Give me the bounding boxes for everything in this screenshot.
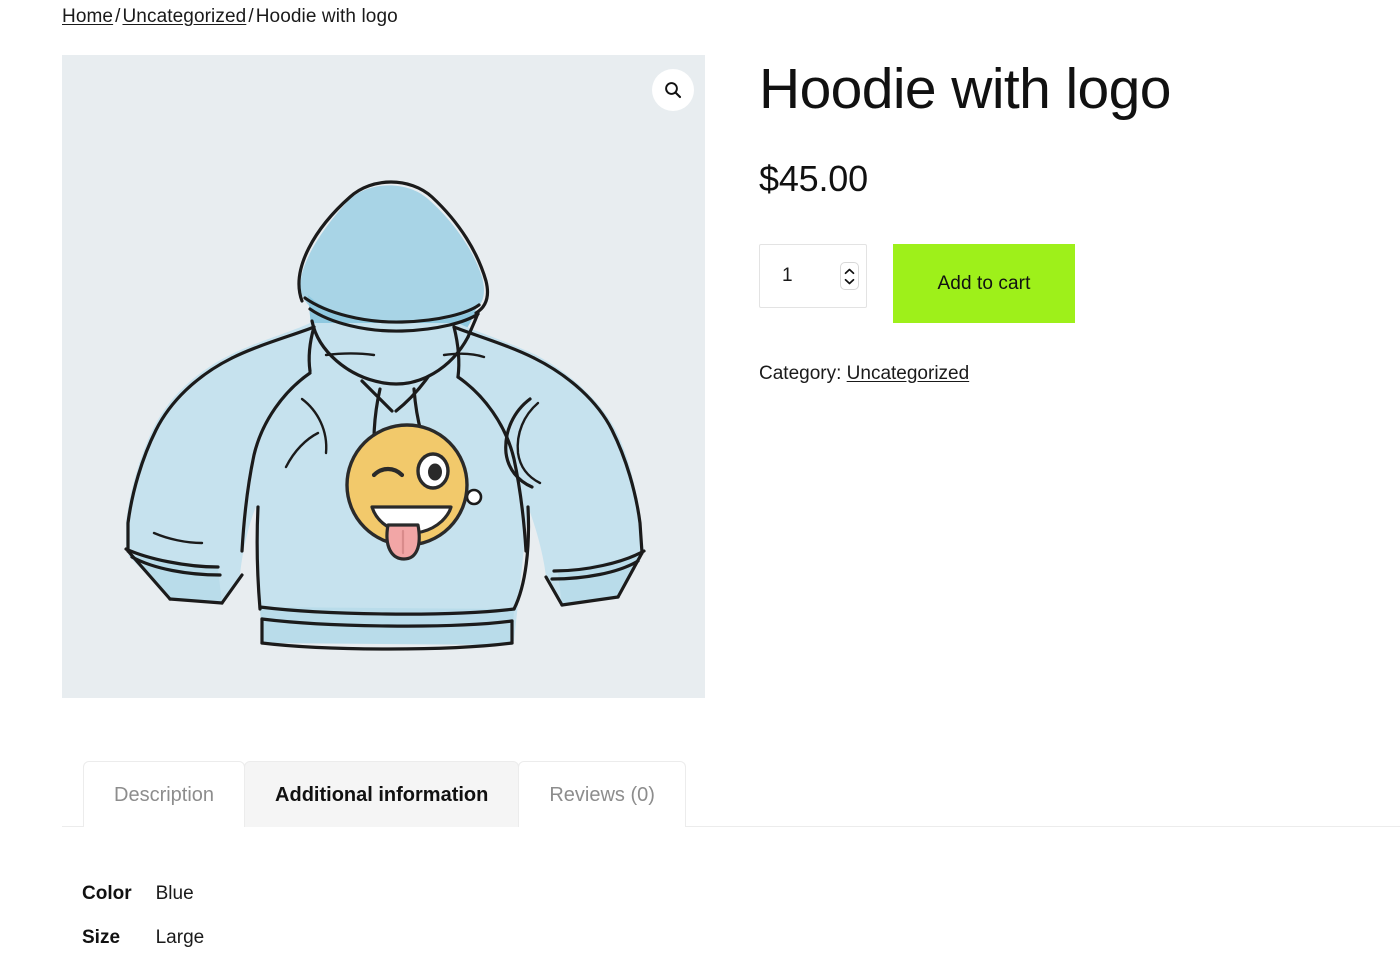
breadcrumb-current-page: Hoodie with logo [255, 6, 398, 27]
attribute-value-size: Large [155, 927, 205, 948]
table-row: Color Blue [62, 872, 204, 916]
additional-information-table: Color Blue Size Large [62, 872, 204, 960]
add-to-cart-form: Add to cart [759, 244, 1359, 323]
breadcrumb: Home / Uncategorized / Hoodie with logo [62, 4, 398, 30]
breadcrumb-link-uncategorized[interactable]: Uncategorized [122, 6, 246, 27]
product-category: Category: Uncategorized [759, 361, 1359, 387]
tab-additional-information[interactable]: Additional information [244, 761, 520, 827]
chevron-up-icon[interactable] [844, 268, 855, 275]
table-row: Size Large [62, 916, 204, 960]
tab-list: Description Additional information Revie… [0, 761, 1400, 827]
category-link-uncategorized[interactable]: Uncategorized [847, 363, 970, 384]
attribute-value-color: Blue [155, 883, 194, 904]
page-title: Hoodie with logo [759, 57, 1171, 121]
product-image-hoodie [124, 180, 646, 651]
category-label: Category: [759, 363, 842, 384]
product-tabs: Description Additional information Revie… [0, 761, 1400, 827]
quantity-input[interactable] [760, 265, 840, 287]
chevron-down-icon[interactable] [844, 278, 855, 285]
magnifier-icon [665, 82, 682, 99]
attribute-label-size: Size [82, 927, 121, 948]
quantity-stepper[interactable] [759, 244, 867, 308]
product-gallery[interactable] [62, 55, 705, 698]
breadcrumb-separator-2: / [248, 6, 254, 27]
tab-reviews[interactable]: Reviews (0) [518, 761, 686, 827]
quantity-spinner-buttons[interactable] [840, 262, 859, 290]
breadcrumb-link-home[interactable]: Home [62, 6, 113, 27]
product-price: $45.00 [759, 158, 868, 199]
image-zoom-button[interactable] [652, 69, 694, 111]
attribute-label-color: Color [82, 883, 132, 904]
add-to-cart-button[interactable]: Add to cart [893, 244, 1075, 323]
tab-description[interactable]: Description [83, 761, 246, 827]
product-summary: Hoodie with logo $45.00 Add to cart Cate… [759, 55, 1359, 387]
